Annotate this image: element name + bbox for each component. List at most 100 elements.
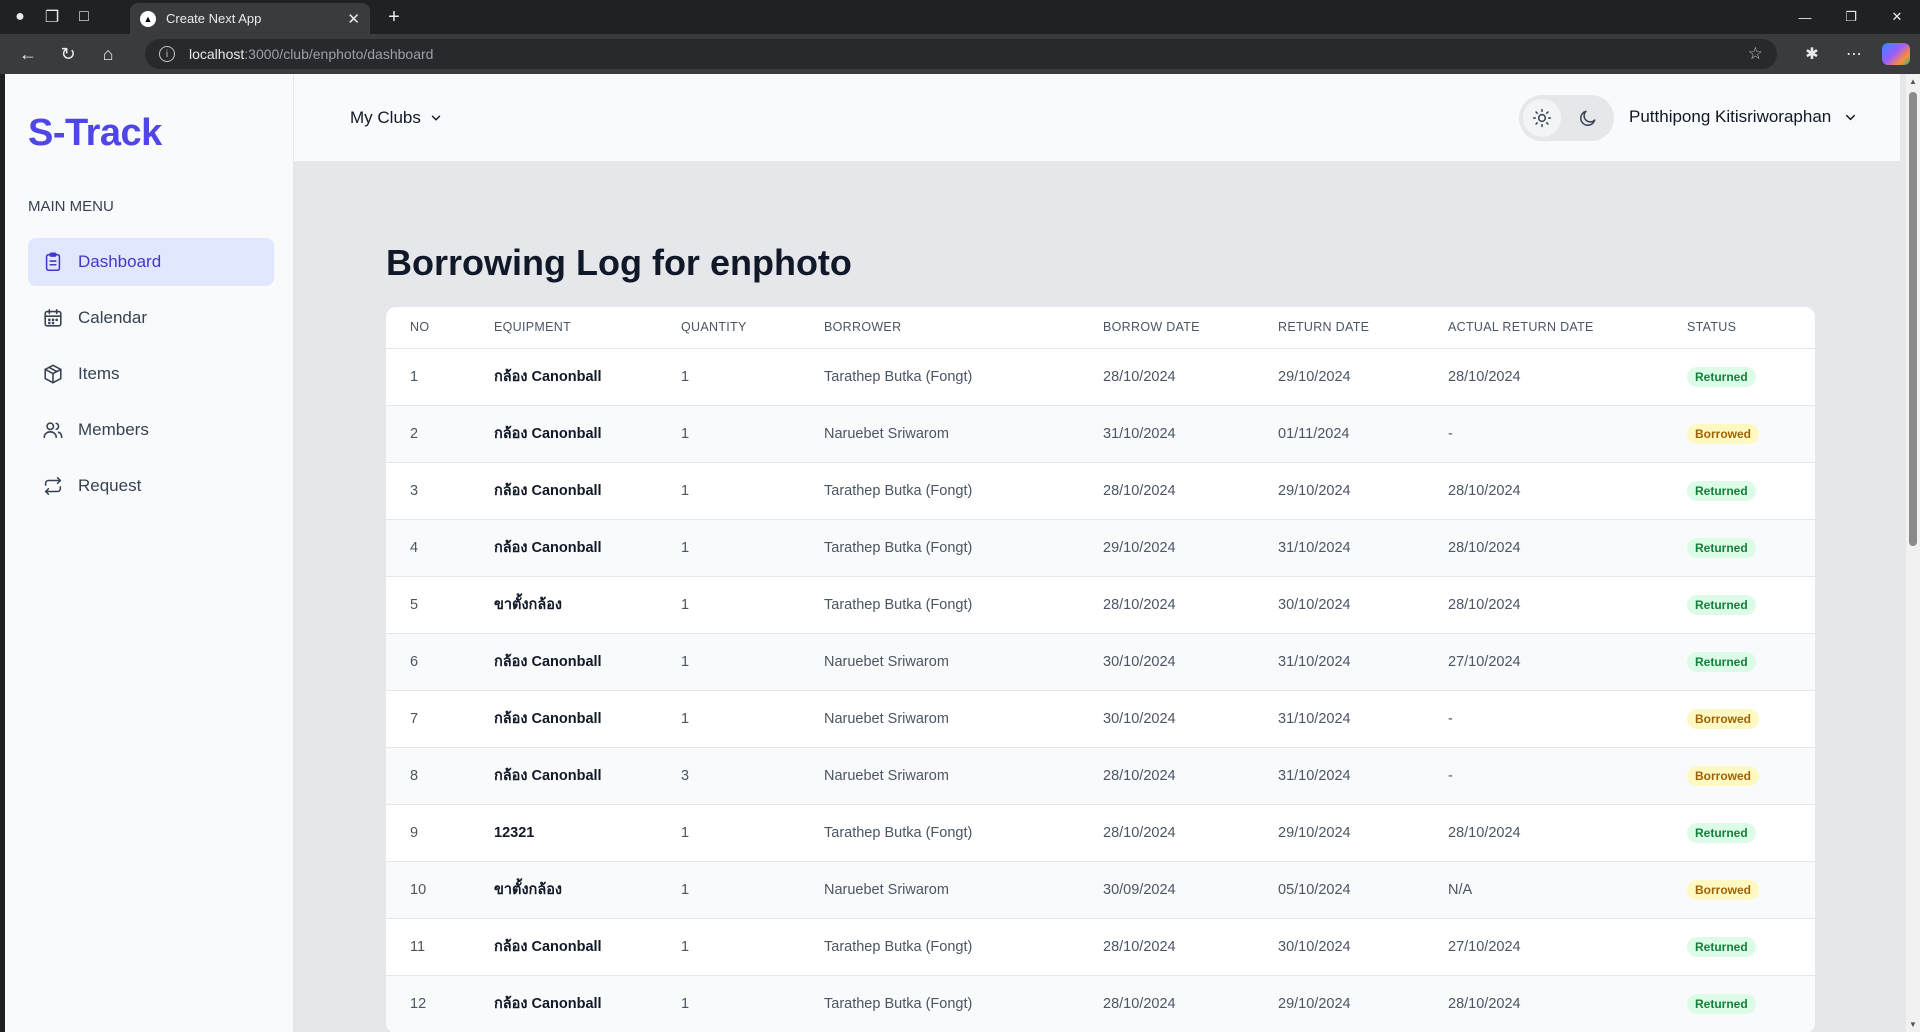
table-row[interactable]: 5 ขาตั้งกล้อง 1 Tarathep Butka (Fongt) 28/10… [386, 576, 1815, 634]
status-badge: Borrowed [1687, 708, 1760, 729]
cell-borrower: Tarathep Butka (Fongt) [800, 804, 1079, 862]
app-viewport: S-Track MAIN MENU Dashboard Calendar Ite… [5, 74, 1920, 1032]
tab-title: Create Next App [166, 11, 262, 26]
url-input[interactable]: i localhost:3000/club/enphoto/dashboard … [145, 39, 1777, 69]
cell-status: Returned [1663, 918, 1815, 976]
reload-icon[interactable]: ↻ [48, 34, 88, 74]
scrollbar-thumb[interactable] [1909, 92, 1917, 546]
sidebar-item-members[interactable]: Members [28, 406, 274, 454]
cell-borrower: Naruebet Sriwarom [800, 747, 1079, 805]
table-row[interactable]: 4 กล้อง Canonball 1 Tarathep Butka (Fongt) 2… [386, 519, 1815, 577]
cell-status: Returned [1663, 633, 1815, 691]
table-header-row: NO EQUIPMENT QUANTITY BORROWER BORROW DA… [386, 307, 1815, 349]
cell-no: 7 [386, 690, 470, 748]
cell-equipment: กล้อง Canonball [470, 918, 657, 976]
status-badge: Borrowed [1687, 765, 1760, 786]
cell-quantity: 1 [657, 576, 800, 634]
cell-no: 10 [386, 861, 470, 919]
cell-borrower: Naruebet Sriwarom [800, 633, 1079, 691]
table-row[interactable]: 11 กล้อง Canonball 1 Tarathep Butka (Fongt)… [386, 918, 1815, 976]
cell-borrow-date: 28/10/2024 [1079, 348, 1254, 406]
site-info-icon[interactable]: i [159, 46, 175, 62]
table-row[interactable]: 9 12321 1 Tarathep Butka (Fongt) 28/10/2024 2… [386, 804, 1815, 862]
main-menu-label: MAIN MENU [28, 198, 114, 215]
light-mode-button[interactable] [1523, 99, 1561, 137]
table-row[interactable]: 2 กล้อง Canonball 1 Naruebet Sriwarom 31/10/… [386, 405, 1815, 463]
table-row[interactable]: 6 กล้อง Canonball 1 Naruebet Sriwarom 30/10/… [386, 633, 1815, 691]
minimize-icon[interactable]: — [1782, 0, 1828, 34]
column-header-status: STATUS [1663, 307, 1815, 349]
cell-return-date: 01/11/2024 [1254, 405, 1424, 463]
back-icon[interactable]: ← [8, 34, 48, 74]
dark-mode-button[interactable] [1569, 99, 1607, 137]
cell-no: 4 [386, 519, 470, 577]
next-favicon-icon: ▲ [140, 10, 156, 27]
copilot-icon[interactable] [1882, 43, 1910, 65]
cell-actual-return-date: 28/10/2024 [1424, 804, 1663, 862]
collections-icon[interactable]: ❐ [36, 0, 68, 34]
cell-borrower: Naruebet Sriwarom [800, 861, 1079, 919]
cell-return-date: 30/10/2024 [1254, 918, 1424, 976]
cell-return-date: 29/10/2024 [1254, 462, 1424, 520]
sidebar: S-Track MAIN MENU Dashboard Calendar Ite… [5, 74, 294, 1032]
scroll-down-icon[interactable]: ▼ [1908, 1020, 1918, 1029]
cell-no: 12 [386, 975, 470, 1032]
sidebar-item-dashboard[interactable]: Dashboard [28, 238, 274, 286]
column-header-borrow-date: BORROW DATE [1079, 307, 1254, 349]
cell-return-date: 31/10/2024 [1254, 633, 1424, 691]
cell-no: 9 [386, 804, 470, 862]
cell-return-date: 29/10/2024 [1254, 348, 1424, 406]
cell-equipment: กล้อง Canonball [470, 747, 657, 805]
cell-quantity: 3 [657, 747, 800, 805]
close-window-icon[interactable]: ✕ [1874, 0, 1920, 34]
user-menu-dropdown[interactable]: Putthipong Kitisriworaphan [1629, 107, 1858, 127]
cell-quantity: 1 [657, 804, 800, 862]
cell-equipment: กล้อง Canonball [470, 519, 657, 577]
cell-no: 6 [386, 633, 470, 691]
cell-quantity: 1 [657, 861, 800, 919]
url-path: :3000/club/enphoto/dashboard [244, 46, 434, 62]
tab-actions-icon[interactable]: □ [68, 0, 100, 34]
status-badge: Returned [1687, 537, 1756, 558]
sidebar-item-request[interactable]: Request [28, 462, 274, 510]
browser-toolbar-right: ✱ ⋯ [1798, 34, 1910, 74]
sidebar-item-calendar[interactable]: Calendar [28, 294, 274, 342]
favorite-star-icon[interactable]: ☆ [1748, 44, 1763, 64]
cell-equipment: ขาตั้งกล้อง [470, 861, 657, 919]
cell-actual-return-date: 28/10/2024 [1424, 462, 1663, 520]
scroll-up-icon[interactable]: ▲ [1908, 77, 1918, 86]
status-badge: Borrowed [1687, 879, 1760, 900]
page-scrollbar[interactable]: ▲ ▼ [1906, 74, 1920, 1032]
home-icon[interactable]: ⌂ [88, 34, 128, 74]
cell-equipment: กล้อง Canonball [470, 975, 657, 1032]
new-tab-icon[interactable]: + [380, 4, 408, 30]
table-row[interactable]: 12 กล้อง Canonball 1 Tarathep Butka (Fongt)… [386, 975, 1815, 1032]
cell-quantity: 1 [657, 690, 800, 748]
cell-borrow-date: 31/10/2024 [1079, 405, 1254, 463]
table-row[interactable]: 7 กล้อง Canonball 1 Naruebet Sriwarom 30/10/… [386, 690, 1815, 748]
my-clubs-dropdown[interactable]: My Clubs [350, 108, 443, 128]
restore-icon[interactable]: ❐ [1828, 0, 1874, 34]
table-row[interactable]: 1 กล้อง Canonball 1 Tarathep Butka (Fongt) 2… [386, 348, 1815, 406]
cell-borrower: Naruebet Sriwarom [800, 690, 1079, 748]
table-row[interactable]: 3 กล้อง Canonball 1 Tarathep Butka (Fongt) 2… [386, 462, 1815, 520]
more-options-icon[interactable]: ⋯ [1840, 44, 1868, 64]
profile-icon[interactable]: ● [4, 0, 36, 34]
extensions-icon[interactable]: ✱ [1798, 44, 1826, 64]
column-header-actual-return-date: ACTUAL RETURN DATE [1424, 307, 1663, 349]
chevron-down-icon [1846, 114, 1856, 120]
cell-status: Returned [1663, 462, 1815, 520]
cell-borrow-date: 30/10/2024 [1079, 690, 1254, 748]
close-tab-icon[interactable]: ✕ [347, 10, 360, 28]
my-clubs-label: My Clubs [350, 108, 421, 127]
cell-actual-return-date: 28/10/2024 [1424, 348, 1663, 406]
cell-borrow-date: 28/10/2024 [1079, 747, 1254, 805]
table-row[interactable]: 10 ขาตั้งกล้อง 1 Naruebet Sriwarom 30/09/202… [386, 861, 1815, 919]
cell-actual-return-date: 28/10/2024 [1424, 576, 1663, 634]
app-logo[interactable]: S-Track [28, 112, 162, 155]
sidebar-item-items[interactable]: Items [28, 350, 274, 398]
column-header-borrower: BORROWER [800, 307, 1079, 349]
table-row[interactable]: 8 กล้อง Canonball 3 Naruebet Sriwarom 28/10/… [386, 747, 1815, 805]
cell-no: 1 [386, 348, 470, 406]
browser-tab[interactable]: ▲ Create Next App ✕ [130, 3, 370, 34]
